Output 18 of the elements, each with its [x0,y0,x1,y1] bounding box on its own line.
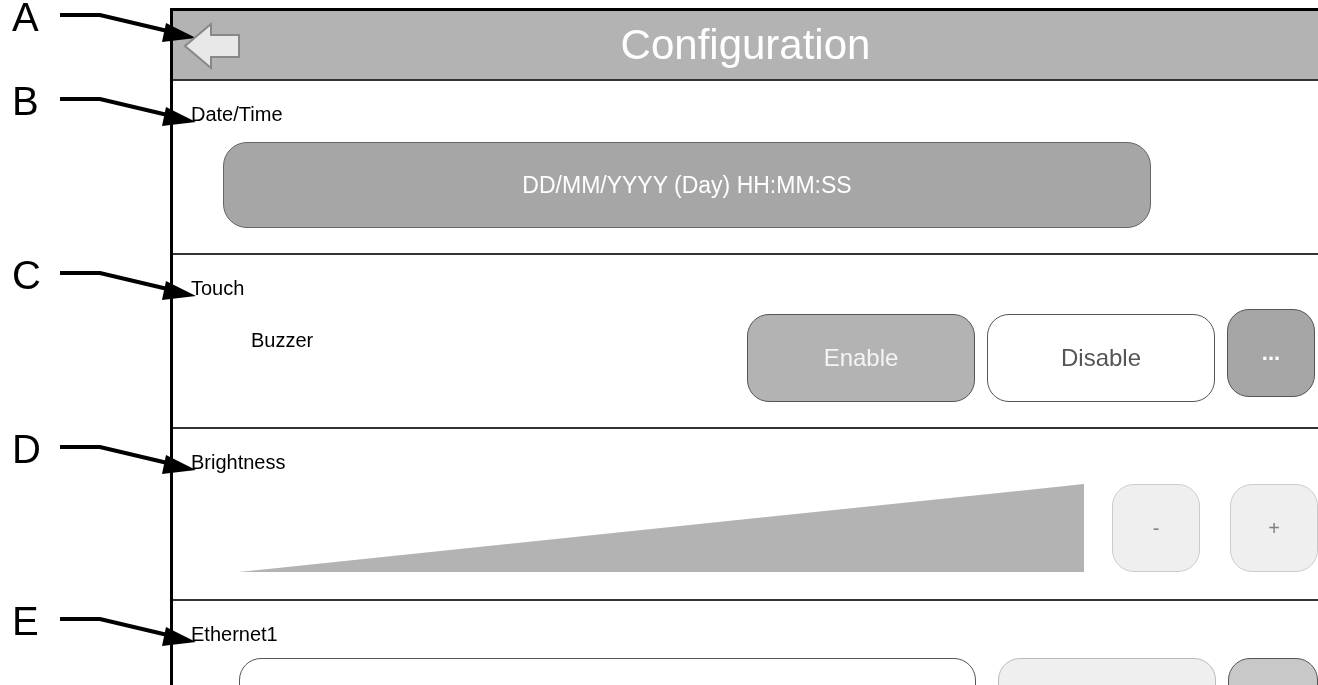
callout-label: A [11,0,40,37]
toggle-button[interactable]: Enable [747,314,975,402]
section-title: Brightness [191,451,286,474]
step-button[interactable]: - [1112,484,1201,572]
callout-label: E [11,601,40,641]
section-title: Date/Time [191,103,283,126]
toggle-button[interactable]: Disable [987,314,1215,402]
step-button[interactable]: + [1230,484,1318,572]
window-title: Configuration [620,21,871,69]
callout-label: D [11,429,42,469]
section-title: Ethernet1 [191,623,278,646]
section-title: Touch [191,277,245,300]
back-arrow-icon[interactable] [183,22,241,70]
callout-label: B [11,81,40,121]
buzzer-label: Buzzer [251,328,315,352]
more-button[interactable]: ... [1227,309,1315,397]
date-time-field[interactable]: DD/MM/YYYY (Day) HH:MM:SS [223,142,1151,228]
callout-label: C [11,255,42,295]
